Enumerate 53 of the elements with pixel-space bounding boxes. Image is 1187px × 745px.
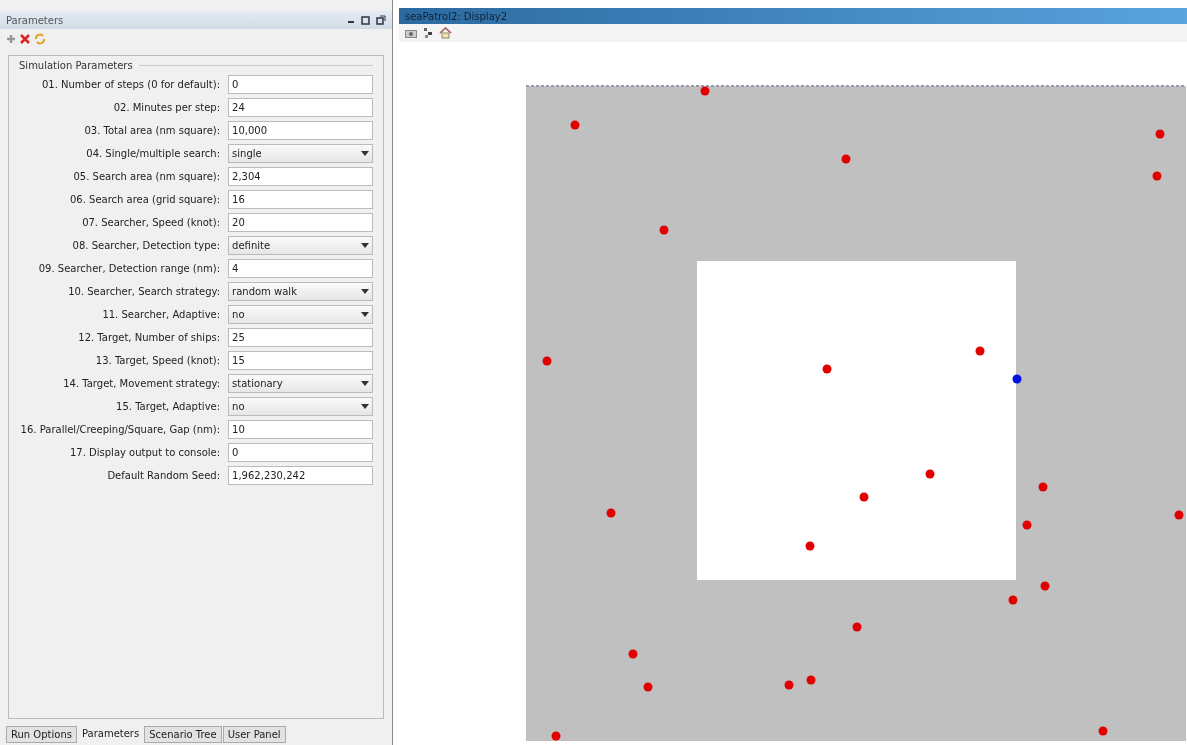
field-label: 15. Target, Adaptive:	[115, 401, 222, 412]
field-label: 14. Target, Movement strategy:	[62, 378, 222, 389]
caret-icon	[361, 312, 369, 317]
caret-icon	[361, 151, 369, 156]
input-field[interactable]: 4	[228, 259, 373, 278]
dropdown-field[interactable]: random walk	[228, 282, 373, 301]
input-field[interactable]: 0	[228, 75, 373, 94]
caret-icon	[361, 243, 369, 248]
caret-icon	[361, 404, 369, 409]
field-label: 16. Parallel/Creeping/Square, Gap (nm):	[19, 424, 222, 435]
field-label: 13. Target, Speed (knot):	[94, 355, 222, 366]
input-field[interactable]: 20	[228, 213, 373, 232]
field-label: 07. Searcher, Speed (knot):	[81, 217, 222, 228]
tab[interactable]: Run Options	[6, 726, 77, 743]
dropdown-field[interactable]: single	[228, 144, 373, 163]
input-field[interactable]: 10,000	[228, 121, 373, 140]
field-label: 03. Total area (nm square):	[83, 125, 222, 136]
group-title: Simulation Parameters	[19, 60, 133, 71]
dropdown-field[interactable]: definite	[228, 236, 373, 255]
field-label: 11. Searcher, Adaptive:	[101, 309, 222, 320]
camera-icon[interactable]	[405, 28, 417, 38]
tab[interactable]: Scenario Tree	[144, 726, 222, 743]
input-field[interactable]: 16	[228, 190, 373, 209]
field-label: 10. Searcher, Search strategy:	[67, 286, 222, 297]
tab[interactable]: User Panel	[222, 726, 286, 743]
field-label: 02. Minutes per step:	[112, 102, 222, 113]
input-field[interactable]: 25	[228, 328, 373, 347]
dropdown-field[interactable]: stationary	[228, 374, 373, 393]
field-label: 09. Searcher, Detection range (nm):	[37, 263, 222, 274]
maximize-icon[interactable]	[361, 15, 370, 25]
field-label: 06. Search area (grid square):	[68, 194, 222, 205]
input-field[interactable]: 2,304	[228, 167, 373, 186]
field-label: Default Random Seed:	[106, 470, 222, 481]
restore-icon[interactable]	[376, 15, 386, 25]
field-label: 04. Single/multiple search:	[85, 148, 222, 159]
field-label: 08. Searcher, Detection type:	[71, 240, 222, 251]
field-label: 12. Target, Number of ships:	[77, 332, 222, 343]
input-field[interactable]: 0	[228, 443, 373, 462]
input-field[interactable]: 10	[228, 420, 373, 439]
dropdown-field[interactable]: no	[228, 397, 373, 416]
input-field[interactable]: 1,962,230,242	[228, 466, 373, 485]
dropdown-field[interactable]: no	[228, 305, 373, 324]
input-field[interactable]: 15	[228, 351, 373, 370]
input-field[interactable]: 24	[228, 98, 373, 117]
panel-title: Parameters	[6, 14, 64, 26]
field-label: 01. Number of steps (0 for default):	[40, 79, 222, 90]
close-icon[interactable]	[20, 34, 30, 44]
field-label: 17. Display output to console:	[69, 447, 222, 458]
caret-icon	[361, 381, 369, 386]
caret-icon	[361, 289, 369, 294]
home-icon[interactable]	[439, 27, 452, 40]
display-title: seaPatrol2: Display2	[405, 10, 508, 22]
field-label: 05. Search area (nm square):	[72, 171, 222, 182]
